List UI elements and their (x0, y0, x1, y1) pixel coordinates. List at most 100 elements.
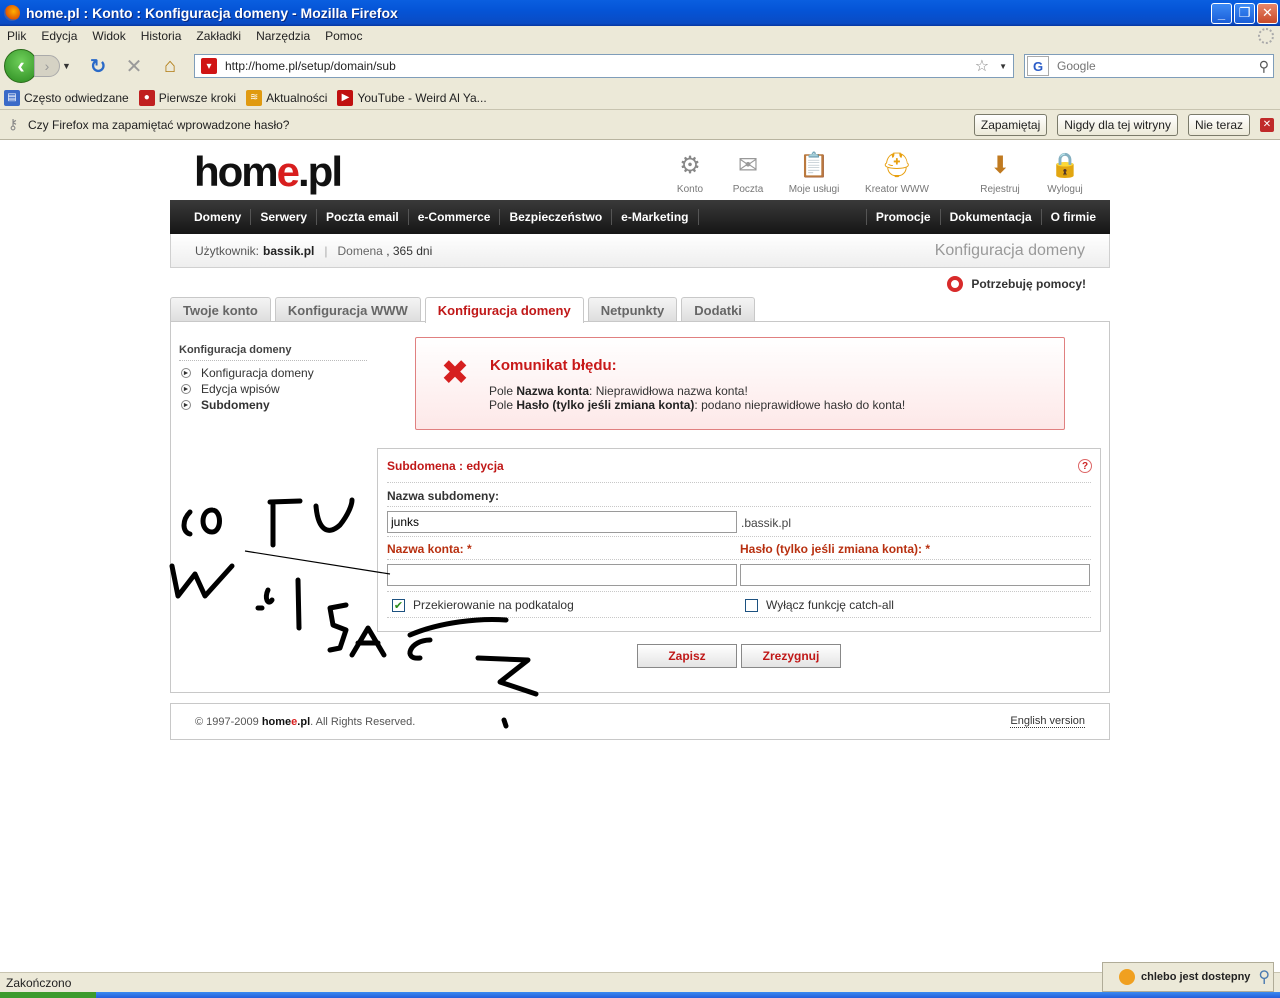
window-title: home.pl : Konto : Konfiguracja domeny - … (26, 5, 398, 21)
nav-bezpieczenstwo[interactable]: Bezpieczeństwo (500, 209, 613, 225)
home-icon[interactable]: ⌂ (158, 54, 182, 78)
menu-help[interactable]: Pomoc (318, 29, 370, 43)
not-now-button[interactable]: Nie teraz (1187, 113, 1250, 136)
tab-dodatki[interactable]: Dodatki (681, 297, 755, 322)
nav-serwery[interactable]: Serwery (251, 209, 318, 225)
mail-link[interactable]: ✉ Poczta (713, 148, 783, 196)
save-button[interactable]: Zapisz (637, 644, 737, 668)
top-icon-label: Konto (676, 184, 704, 195)
domain-info: Domena , 365 dni (338, 244, 433, 258)
search-input[interactable] (1049, 59, 1259, 73)
bookmark-news[interactable]: ≋ Aktualności (246, 89, 327, 106)
error-text: : Nieprawidłowa nazwa konta! (589, 384, 748, 398)
my-services-link[interactable]: 📋 Moje usługi (779, 148, 849, 196)
top-icon-label: Rejestruj (980, 184, 1020, 195)
google-engine-icon[interactable]: G (1027, 56, 1049, 76)
bookmarks-toolbar: ▤ Często odwiedzane ● Pierwsze kroki ≋ A… (0, 86, 1280, 110)
youtube-icon: ▶ (337, 89, 354, 106)
catchall-label: Wyłącz funkcję catch-all (766, 598, 894, 612)
tab-twoje-konto[interactable]: Twoje konto (170, 297, 271, 322)
arrow-circle-icon: ► (181, 368, 191, 378)
help-link[interactable]: Potrzebuję pomocy! (947, 276, 1086, 292)
cancel-button[interactable]: Zrezygnuj (741, 644, 841, 668)
close-button[interactable]: ✕ (1257, 2, 1278, 24)
url-bar[interactable]: ▾ http://home.pl/setup/domain/sub ☆ ▼ (194, 54, 1014, 78)
side-item-edycja-wpisow[interactable]: ► Edycja wpisów (179, 381, 367, 397)
error-field: Hasło (tylko jeśli zmiana konta) (516, 398, 695, 412)
catchall-checkbox-row[interactable]: Wyłącz funkcję catch-all (745, 598, 894, 612)
tray-gadget[interactable]: chlebo jest dostepny ⚲ (1102, 962, 1274, 992)
top-icon-label: Moje usługi (788, 184, 840, 195)
never-for-site-button[interactable]: Nigdy dla tej witryny (1057, 113, 1178, 136)
error-text: : podano nieprawidłowe hasło do konta! (694, 398, 906, 412)
maximize-button[interactable]: ❐ (1234, 2, 1255, 24)
url-dropdown-icon[interactable]: ▼ (999, 62, 1007, 71)
side-item-subdomeny[interactable]: ► Subdomeny (179, 397, 367, 413)
menu-view[interactable]: Widok (85, 29, 133, 43)
site-logo[interactable]: home.pl (194, 148, 343, 196)
error-text: Pole (489, 384, 517, 398)
top-icon-label: Poczta (732, 184, 764, 195)
form-title: Subdomena : edycja (387, 459, 504, 473)
redirect-checkbox-row[interactable]: ✔ Przekierowanie na podkatalog (392, 598, 574, 612)
password-input[interactable] (740, 564, 1090, 586)
start-button[interactable] (0, 992, 96, 998)
catchall-checkbox[interactable] (745, 598, 758, 612)
forward-button[interactable]: › (34, 55, 60, 77)
www-creator-link[interactable]: ⛑ Kreator WWW (862, 148, 932, 196)
user-label: Użytkownik: (195, 243, 260, 258)
firefox-icon (4, 5, 20, 21)
menu-edit[interactable]: Edycja (34, 29, 85, 43)
throbber-icon (1258, 28, 1274, 44)
nav-domeny[interactable]: Domeny (170, 209, 252, 225)
logout-link[interactable]: 🔒 Wyloguj (1030, 148, 1100, 196)
remember-password-button[interactable]: Zapamiętaj (973, 113, 1048, 136)
menu-bookmarks[interactable]: Zakładki (189, 29, 249, 43)
search-icon[interactable]: ⚲ (1259, 58, 1269, 75)
bookmark-label: Często odwiedzane (24, 90, 129, 105)
bookmark-most-visited[interactable]: ▤ Często odwiedzane (4, 89, 129, 106)
logo-text-e: e (276, 148, 300, 195)
nav-promocje[interactable]: Promocje (865, 209, 941, 225)
bookmark-youtube[interactable]: ▶ YouTube - Weird Al Ya... (337, 89, 487, 106)
back-button[interactable]: ‹ (4, 49, 38, 83)
subdomain-input[interactable] (387, 511, 737, 533)
english-version-link[interactable]: English version (1010, 715, 1085, 728)
tab-konfiguracja-www[interactable]: Konfiguracja WWW (274, 297, 421, 322)
nav-dokumentacja[interactable]: Dokumentacja (941, 209, 1042, 225)
stop-icon[interactable]: ✕ (122, 54, 146, 78)
nav-ecommerce[interactable]: e-Commerce (409, 209, 501, 225)
firefox-bookmark-icon: ● (138, 89, 155, 106)
menu-tools[interactable]: Narzędzia (249, 29, 318, 43)
close-notification-icon[interactable]: ✕ (1260, 117, 1274, 132)
padlock-icon: 🔒 (1050, 151, 1080, 179)
tab-konfiguracja-domeny[interactable]: Konfiguracja domeny (424, 297, 584, 323)
magnifier-icon: ⚲ (1258, 969, 1271, 986)
help-question-icon[interactable]: ? (1078, 459, 1092, 473)
menu-file[interactable]: Plik (0, 29, 34, 43)
account-name-input[interactable] (387, 564, 737, 586)
register-box-icon: ⬇ (989, 151, 1011, 179)
side-item-konfiguracja[interactable]: ► Konfiguracja domeny (179, 365, 367, 381)
bookmark-folder-icon: ▤ (4, 89, 20, 106)
menu-history[interactable]: Historia (134, 29, 190, 43)
nav-poczta-email[interactable]: Poczta email (317, 209, 409, 225)
nav-emarketing[interactable]: e-Marketing (612, 209, 699, 225)
bookmark-getting-started[interactable]: ● Pierwsze kroki (138, 89, 237, 106)
error-field: Nazwa konta (516, 384, 590, 398)
redirect-label: Przekierowanie na podkatalog (413, 598, 574, 612)
nav-o-firmie[interactable]: O firmie (1042, 209, 1110, 225)
register-link[interactable]: ⬇ Rejestruj (965, 148, 1035, 196)
url-text[interactable]: http://home.pl/setup/domain/sub (225, 59, 975, 73)
site-favicon-icon: ▾ (201, 58, 217, 74)
tab-netpunkty[interactable]: Netpunkty (587, 297, 678, 322)
envelope-icon: ✉ (737, 151, 759, 179)
error-line-account: Pole Nazwa konta: Nieprawidłowa nazwa ko… (489, 384, 748, 398)
minimize-button[interactable]: _ (1211, 2, 1232, 24)
bookmark-label: Pierwsze kroki (158, 90, 237, 105)
bookmark-star-icon[interactable]: ☆ (975, 56, 989, 76)
redirect-checkbox[interactable]: ✔ (392, 598, 405, 612)
history-dropdown-icon[interactable]: ▼ (62, 61, 74, 71)
reload-icon[interactable]: ↻ (86, 54, 110, 78)
search-bar[interactable]: G ⚲ (1024, 54, 1274, 78)
